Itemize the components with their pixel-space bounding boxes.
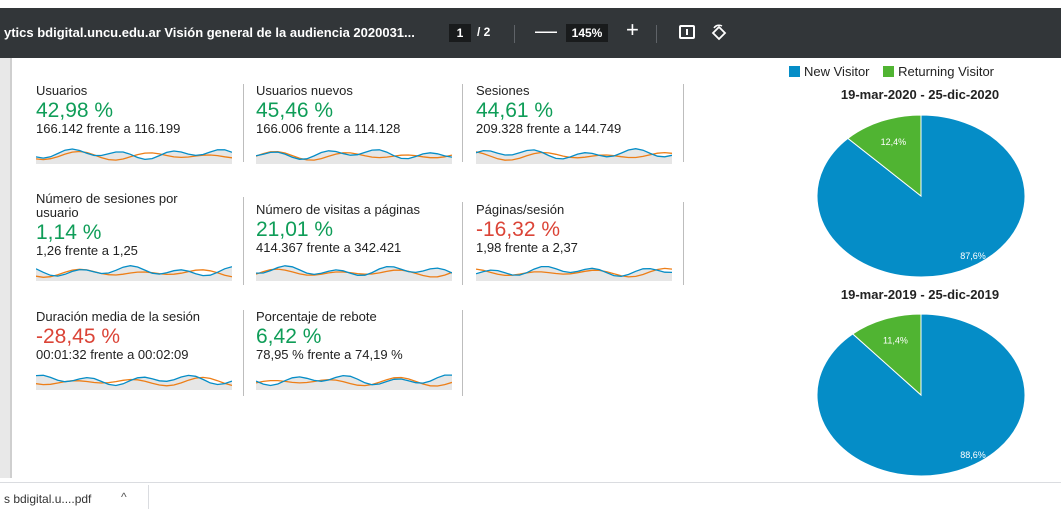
metric-change-percent: 21,01 %	[256, 218, 334, 241]
metric-comparison: 00:01:32 frente a 00:02:09	[36, 347, 189, 362]
toolbar-divider	[656, 25, 657, 43]
download-bar: s bdigital.u....pdf ^	[0, 482, 1061, 511]
pie-label-returning: 11,4%	[883, 335, 908, 345]
metric-sparkline	[476, 265, 672, 281]
metric-card: Porcentaje de rebote 6,42 % 78,95 % frente…	[256, 310, 456, 362]
pie-title-2019: 19-mar-2019 - 25-dic-2019	[840, 287, 1000, 302]
metric-label: Duración media de la sesión	[36, 309, 201, 324]
legend-new-visitor: New Visitor	[804, 64, 870, 79]
column-divider	[683, 84, 684, 162]
page-edge	[0, 58, 12, 478]
download-divider	[148, 485, 149, 509]
pie-label-new: 88,6%	[960, 450, 986, 460]
metric-change-percent: -28,45 %	[36, 325, 121, 348]
metric-label: Páginas/sesión	[476, 202, 565, 217]
column-divider	[243, 84, 244, 162]
metric-change-percent: 45,46 %	[256, 99, 334, 122]
metric-comparison: 414.367 frente a 342.421	[256, 240, 402, 255]
metric-comparison: 166.006 frente a 114.128	[256, 121, 401, 136]
column-divider	[683, 202, 684, 285]
metric-comparison: 209.328 frente a 144.749	[476, 121, 622, 136]
metric-card: Usuarios nuevos 45,46 % 166.006 frente a 1…	[256, 84, 456, 136]
metric-card: Páginas/sesión -16,32 % 1,98 frente a 2,37	[476, 203, 676, 255]
zoom-in-button[interactable]: +	[626, 18, 639, 42]
metric-sparkline	[476, 148, 672, 164]
column-divider	[462, 202, 463, 285]
metric-change-percent: 1,14 %	[36, 221, 102, 244]
metric-card: Sesiones 44,61 % 209.328 frente a 144.749	[476, 84, 676, 136]
pie-label-returning: 12,4%	[881, 137, 907, 147]
metric-sparkline	[36, 148, 232, 164]
zoom-input[interactable]: 145%	[566, 24, 608, 42]
column-divider	[243, 197, 244, 285]
metric-sparkline	[256, 149, 452, 164]
document-title: ytics bdigital.uncu.edu.ar Visión genera…	[4, 25, 415, 40]
metric-label: Número de sesiones por usuario	[36, 191, 178, 220]
pie-title-2020: 19-mar-2020 - 25-dic-2020	[840, 87, 1000, 102]
new-visitor-swatch	[789, 66, 800, 77]
chevron-up-icon[interactable]: ^	[121, 490, 127, 504]
column-divider	[462, 84, 463, 162]
rotate-icon[interactable]	[710, 24, 728, 42]
pie-chart-2019: 11,4% 88,6%	[816, 313, 1026, 477]
metric-comparison: 166.142 frente a 116.199	[36, 121, 181, 136]
metric-sparkline	[256, 374, 452, 390]
pdf-toolbar: ytics bdigital.uncu.edu.ar Visión genera…	[0, 8, 1061, 58]
zoom-out-button[interactable]: —	[535, 19, 557, 43]
metric-label: Sesiones	[476, 83, 530, 98]
metric-change-percent: 42,98 %	[36, 99, 114, 122]
toolbar-divider	[514, 25, 515, 43]
metric-comparison: 1,26 frente a 1,25	[36, 243, 138, 258]
pie-legend: New Visitor Returning Visitor	[789, 64, 994, 79]
metric-change-percent: -16,32 %	[476, 218, 561, 241]
metric-card: Duración media de la sesión -28,45 % 00:01…	[36, 310, 236, 362]
fit-page-icon[interactable]	[679, 25, 695, 39]
metric-label: Usuarios nuevos	[256, 83, 353, 98]
metric-card: Número de sesiones por usuario 1,14 % 1,26…	[36, 192, 236, 258]
metric-sparkline	[256, 265, 452, 281]
pie-label-new: 87,6%	[960, 251, 986, 261]
returning-visitor-swatch	[883, 66, 895, 77]
pie-chart-2020: 12,4% 87,6%	[816, 114, 1026, 278]
metric-label: Usuarios	[36, 83, 88, 98]
metric-change-percent: 6,42 %	[256, 325, 322, 348]
column-divider	[243, 310, 244, 396]
sparkline-area	[36, 265, 232, 281]
download-item[interactable]: s bdigital.u....pdf	[4, 492, 91, 506]
metric-sparkline	[36, 374, 232, 390]
metric-label: Porcentaje de rebote	[256, 309, 377, 324]
page-count: / 2	[477, 25, 491, 39]
metric-change-percent: 44,61 %	[476, 99, 554, 122]
metric-label: Número de visitas a páginas	[256, 202, 421, 217]
metric-comparison: 1,98 frente a 2,37	[476, 240, 578, 255]
metric-comparison: 78,95 % frente a 74,19 %	[256, 347, 403, 362]
page-number-input[interactable]: 1	[449, 24, 471, 42]
metric-sparkline	[36, 265, 232, 281]
legend-returning-visitor: Returning Visitor	[898, 64, 995, 79]
column-divider	[462, 310, 463, 396]
metric-card: Número de visitas a páginas 21,01 % 414.36…	[256, 203, 456, 255]
metric-card: Usuarios 42,98 % 166.142 frente a 116.199	[36, 84, 236, 136]
